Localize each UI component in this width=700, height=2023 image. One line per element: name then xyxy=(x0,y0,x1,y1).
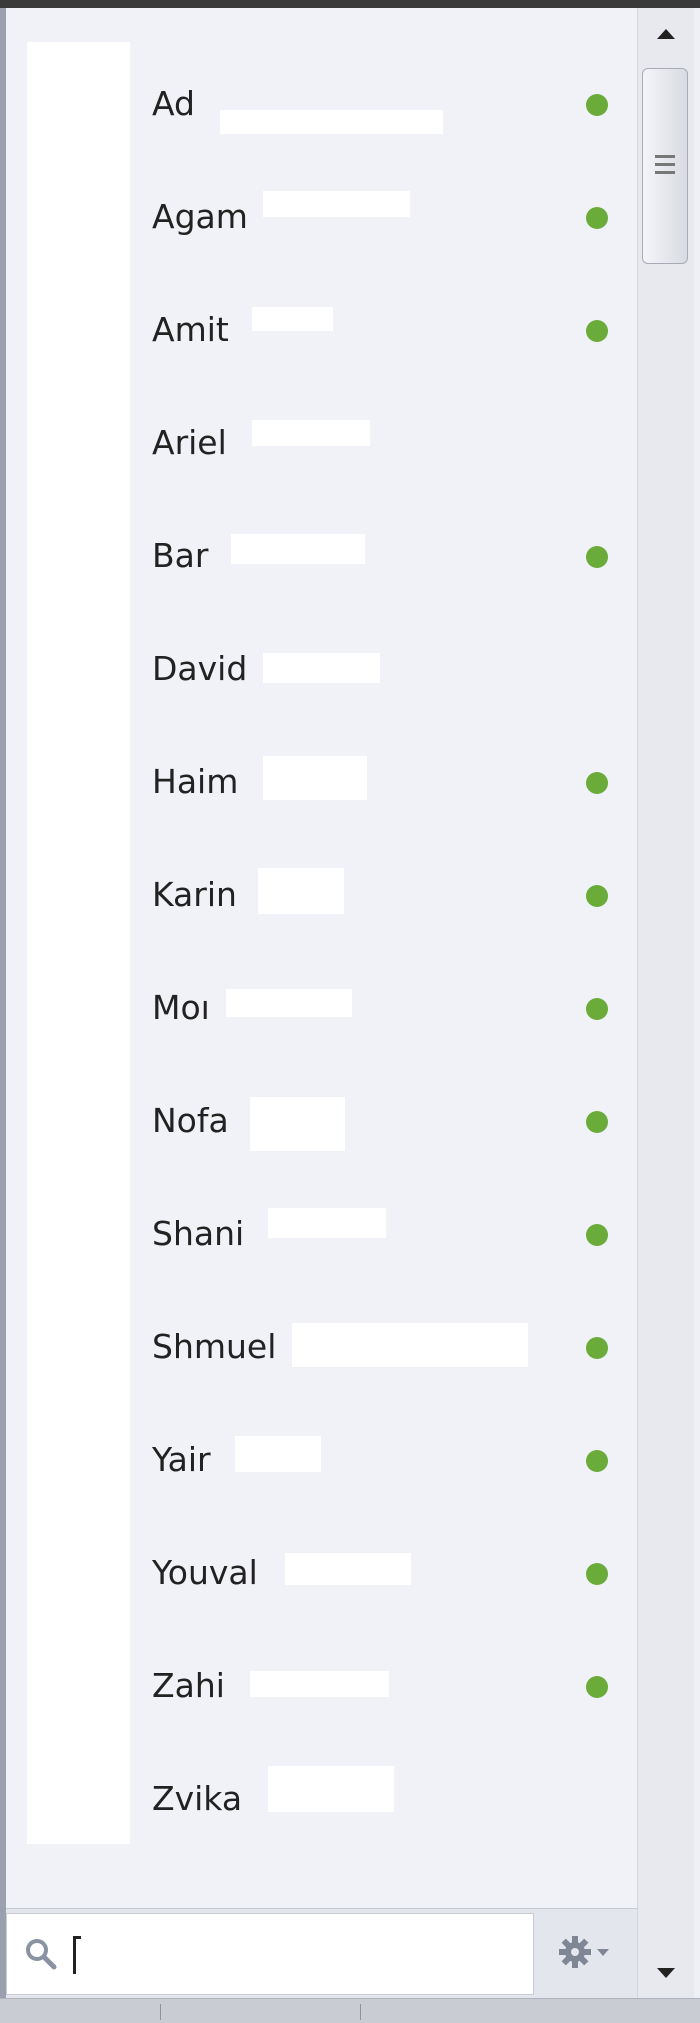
online-status-dot xyxy=(586,320,608,342)
redacted-text xyxy=(263,756,367,800)
redacted-text xyxy=(231,534,365,564)
bottom-toolbar xyxy=(6,1908,637,1999)
redacted-text xyxy=(263,653,380,683)
contact-row-agam[interactable]: Agam xyxy=(6,159,637,272)
redacted-text xyxy=(250,1671,389,1697)
redacted-text xyxy=(252,307,333,331)
redacted-text xyxy=(220,110,443,134)
redacted-text xyxy=(263,191,410,217)
redacted-text xyxy=(252,420,370,446)
scroll-thumb[interactable] xyxy=(642,68,688,264)
online-status-dot xyxy=(586,772,608,794)
contact-row-nofa[interactable]: Nofa xyxy=(6,1063,637,1176)
redacted-text xyxy=(258,868,344,914)
redacted-text xyxy=(268,1208,386,1238)
contact-list-panel[interactable]: Ad Agam Amit Ariel Bar David Haim Karin … xyxy=(6,8,637,1908)
contact-name: Nofa xyxy=(152,1101,229,1140)
contact-row-david[interactable]: David xyxy=(6,611,637,724)
search-input[interactable] xyxy=(6,1913,534,1995)
contact-name: Amit xyxy=(152,310,229,349)
contact-row-ariel[interactable]: Ariel xyxy=(6,385,637,498)
online-status-dot xyxy=(586,1676,608,1698)
contact-row-zahi[interactable]: Zahi xyxy=(6,1628,637,1741)
window-bottom-strip xyxy=(0,1998,700,2023)
redacted-text xyxy=(268,1766,394,1812)
grip-line xyxy=(655,171,675,174)
contact-row-shmuel[interactable]: Shmuel xyxy=(6,1289,637,1402)
redacted-text xyxy=(285,1553,411,1585)
online-status-dot xyxy=(586,998,608,1020)
contact-name: Zvika xyxy=(152,1779,243,1818)
text-caret xyxy=(73,1936,76,1974)
contact-name: Youval xyxy=(152,1553,258,1592)
online-status-dot xyxy=(586,1224,608,1246)
online-status-dot xyxy=(586,1450,608,1472)
settings-button[interactable] xyxy=(546,1919,626,1989)
contact-row-youval[interactable]: Youval xyxy=(6,1515,637,1628)
arrow-up-icon[interactable] xyxy=(638,8,694,60)
strip-divider xyxy=(160,2004,161,2020)
contact-row-amit[interactable]: Amit xyxy=(6,272,637,385)
vertical-scrollbar[interactable] xyxy=(637,8,694,1998)
contact-row-yair[interactable]: Yair xyxy=(6,1402,637,1515)
contact-row-haim[interactable]: Haim xyxy=(6,724,637,837)
magnifier-icon xyxy=(23,1936,59,1972)
contact-name: David xyxy=(152,649,248,688)
contact-name: Shani xyxy=(152,1214,245,1253)
contact-name: Yair xyxy=(152,1440,211,1479)
online-status-dot xyxy=(586,885,608,907)
grip-line xyxy=(655,163,675,166)
contact-row-moi[interactable]: Moı xyxy=(6,950,637,1063)
contact-row-zvika[interactable]: Zvika xyxy=(6,1741,637,1854)
online-status-dot xyxy=(586,1337,608,1359)
contact-name: Ariel xyxy=(152,423,227,462)
contact-name: Karin xyxy=(152,875,237,914)
online-status-dot xyxy=(586,1563,608,1585)
online-status-dot xyxy=(586,1111,608,1133)
contact-row-ad[interactable]: Ad xyxy=(6,46,637,159)
text-caret-top xyxy=(73,1936,81,1939)
contact-row-shani[interactable]: Shani xyxy=(6,1176,637,1289)
contact-row-karin[interactable]: Karin xyxy=(6,837,637,950)
online-status-dot xyxy=(586,546,608,568)
online-status-dot xyxy=(586,94,608,116)
contact-name: Ad xyxy=(152,84,195,123)
online-status-dot xyxy=(586,207,608,229)
gear-icon xyxy=(557,1932,615,1976)
contact-name: Moı xyxy=(152,988,210,1027)
grip-line xyxy=(655,155,675,158)
redacted-text xyxy=(226,989,352,1017)
strip-divider xyxy=(360,2004,361,2020)
contact-name: Bar xyxy=(152,536,209,575)
contact-name: Zahi xyxy=(152,1666,225,1705)
window-top-border xyxy=(0,0,700,8)
redacted-text xyxy=(235,1436,321,1472)
contact-name: Shmuel xyxy=(152,1327,277,1366)
contact-name: Agam xyxy=(152,197,248,236)
contact-name: Haim xyxy=(152,762,239,801)
contact-row-bar[interactable]: Bar xyxy=(6,498,637,611)
redacted-text xyxy=(292,1323,528,1367)
chat-sidebar-window: Ad Agam Amit Ariel Bar David Haim Karin … xyxy=(0,0,700,2023)
arrow-down-icon[interactable] xyxy=(638,1948,694,1998)
redacted-text xyxy=(250,1097,345,1151)
